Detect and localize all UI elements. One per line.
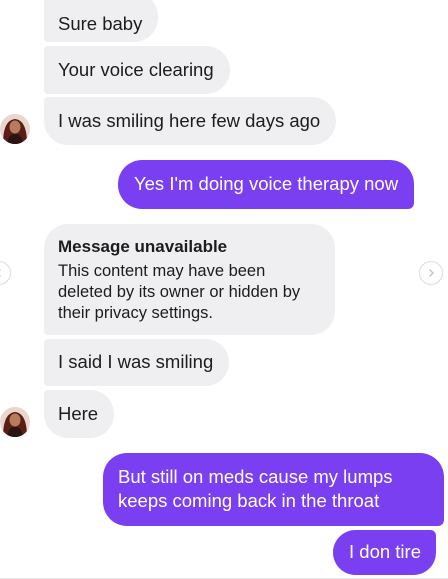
chevron-right-icon (428, 268, 435, 278)
message-text: I don tire (349, 541, 421, 562)
incoming-message[interactable]: Here (44, 390, 115, 438)
contact-avatar[interactable] (0, 407, 30, 437)
chat-screen: { "messages": { "m1": "Sure baby", "m2":… (0, 0, 448, 579)
avatar-image (0, 114, 30, 144)
message-text: I was smiling here few days ago (58, 110, 321, 131)
next-button[interactable] (419, 261, 443, 285)
outgoing-message[interactable]: Yes I'm doing voice therapy now (118, 160, 415, 209)
message-text: Here (58, 403, 99, 424)
outgoing-message[interactable]: But still on meds cause my lumps keeps c… (103, 453, 444, 526)
previous-button[interactable] (0, 261, 11, 285)
message-text: Your voice clearing (58, 59, 214, 80)
unavailable-message[interactable]: Message unavailable This content may hav… (44, 224, 335, 335)
chevron-left-icon (0, 269, 2, 277)
incoming-message[interactable]: I was smiling here few days ago (44, 97, 337, 145)
outgoing-message[interactable]: I don tire (333, 530, 436, 575)
message-text: Sure baby (58, 13, 143, 34)
incoming-message[interactable]: I said I was smiling (44, 339, 230, 386)
incoming-message[interactable]: Sure baby (44, 0, 159, 42)
unavailable-body: This content may have been deleted by it… (58, 262, 301, 322)
message-text-line-1: But still on meds cause my lumps (118, 466, 393, 487)
incoming-message[interactable]: Your voice clearing (44, 46, 230, 94)
message-text: I said I was smiling (58, 351, 214, 372)
message-text: Yes I'm doing voice therapy now (134, 173, 399, 194)
avatar-image (0, 407, 30, 437)
contact-avatar[interactable] (0, 114, 30, 144)
message-text-line-2: keeps coming back in the throat (118, 490, 380, 511)
unavailable-title: Message unavailable (58, 237, 228, 256)
